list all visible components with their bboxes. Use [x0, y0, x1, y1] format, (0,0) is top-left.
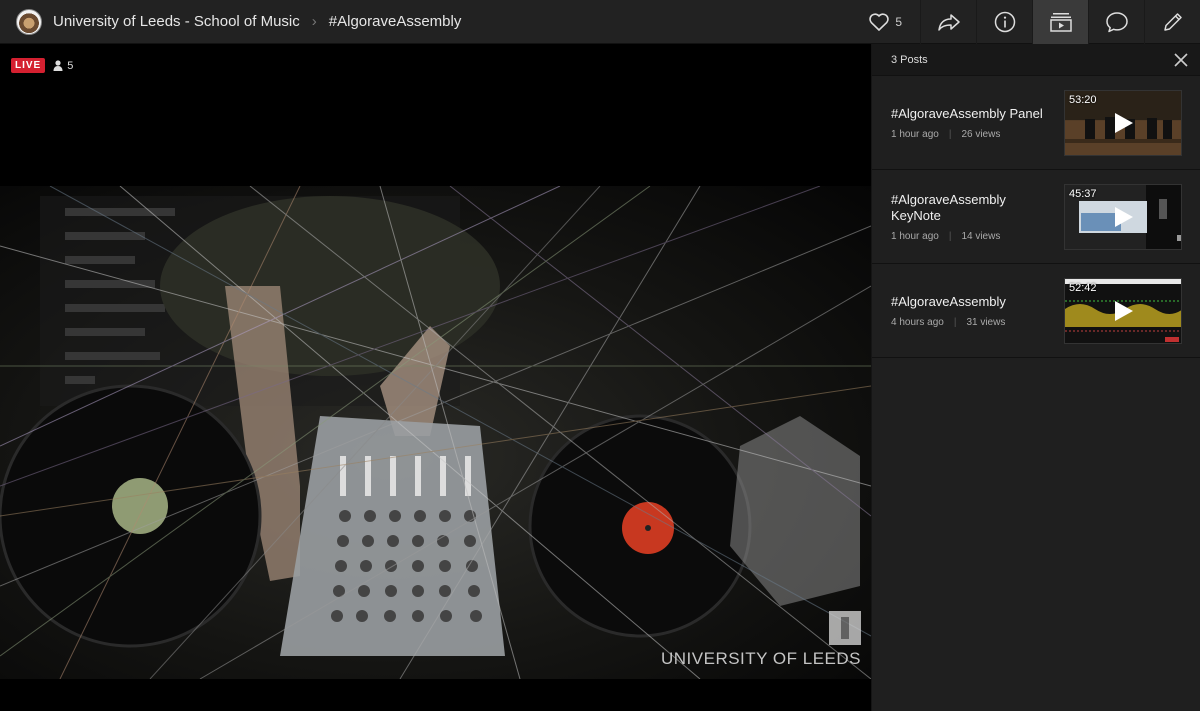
post-text: #AlgoraveAssembly 4 hours ago | 31 views: [891, 294, 1064, 328]
live-badge: LIVE: [11, 58, 46, 73]
watermark-text: UNIVERSITY OF LEEDS: [660, 649, 861, 668]
broadcaster-watermark: UNIVERSITY OF LEEDS: [661, 611, 861, 669]
play-icon: [1115, 300, 1133, 321]
posts-button[interactable]: [1032, 0, 1088, 44]
sidebar-title: 3 Posts: [891, 53, 928, 66]
video-frame-graphic: [0, 186, 871, 679]
post-duration: 52:42: [1069, 281, 1097, 294]
post-thumbnail[interactable]: 53:20: [1064, 89, 1182, 156]
playlist-icon: [1049, 12, 1072, 32]
post-title: #AlgoraveAssembly Panel: [891, 105, 1043, 121]
like-count: 5: [895, 14, 902, 29]
post-time: 4 hours ago: [891, 316, 944, 328]
post-item[interactable]: #AlgoraveAssembly Panel 1 hour ago | 26 …: [872, 76, 1200, 170]
pencil-icon: [1163, 12, 1182, 31]
meta-separator: |: [948, 128, 952, 140]
video-stream[interactable]: UNIVERSITY OF LEEDS: [0, 186, 871, 679]
close-icon[interactable]: [1174, 52, 1188, 67]
post-text: #AlgoraveAssembly KeyNote 1 hour ago | 1…: [891, 192, 1064, 242]
post-views: 14 views: [961, 230, 1001, 242]
chat-button[interactable]: [1088, 0, 1144, 44]
post-thumbnail[interactable]: 45:37: [1064, 183, 1182, 250]
video-player[interactable]: LIVE 5 UNIVERSITY OF LEEDS: [0, 44, 871, 711]
post-item[interactable]: #AlgoraveAssembly KeyNote 1 hour ago | 1…: [872, 170, 1200, 264]
post-meta: 1 hour ago | 14 views: [891, 231, 1056, 242]
breadcrumb-event[interactable]: #AlgoraveAssembly: [329, 13, 462, 30]
post-views: 31 views: [966, 316, 1006, 328]
post-title: #AlgoraveAssembly: [891, 293, 1006, 309]
post-item[interactable]: #AlgoraveAssembly 4 hours ago | 31 views…: [872, 264, 1200, 358]
viewer-count: 5: [67, 59, 74, 72]
chat-icon: [1105, 11, 1128, 32]
breadcrumb-channel[interactable]: University of Leeds - School of Music: [53, 13, 300, 30]
share-icon: [937, 13, 960, 31]
heart-icon: [869, 12, 890, 31]
person-icon: [53, 60, 63, 71]
play-icon: [1115, 112, 1133, 133]
posts-sidebar: 3 Posts #AlgoraveAssembly Panel 1 hour a…: [871, 44, 1200, 711]
live-indicator: LIVE 5: [11, 58, 73, 73]
post-time: 1 hour ago: [891, 230, 939, 242]
post-text: #AlgoraveAssembly Panel 1 hour ago | 26 …: [891, 106, 1064, 140]
post-thumbnail[interactable]: 52:42: [1064, 277, 1182, 344]
channel-avatar[interactable]: [16, 8, 42, 35]
info-icon: [994, 11, 1015, 32]
post-views: 26 views: [961, 128, 1001, 140]
edit-button[interactable]: [1144, 0, 1200, 44]
chevron-right-icon: ›: [311, 13, 317, 30]
post-title: #AlgoraveAssembly KeyNote: [891, 191, 1006, 223]
sidebar-header: 3 Posts: [872, 44, 1200, 76]
meta-separator: |: [948, 230, 952, 242]
post-time: 1 hour ago: [891, 128, 939, 140]
like-button[interactable]: 5: [859, 0, 920, 44]
post-meta: 1 hour ago | 26 views: [891, 129, 1056, 140]
post-duration: 45:37: [1069, 187, 1097, 200]
university-logo: [829, 611, 861, 645]
meta-separator: |: [953, 316, 957, 328]
share-button[interactable]: [920, 0, 976, 44]
top-bar: University of Leeds - School of Music › …: [0, 0, 1200, 44]
post-duration: 53:20: [1069, 93, 1097, 106]
info-button[interactable]: [976, 0, 1032, 44]
play-icon: [1115, 206, 1133, 227]
post-meta: 4 hours ago | 31 views: [891, 317, 1056, 328]
